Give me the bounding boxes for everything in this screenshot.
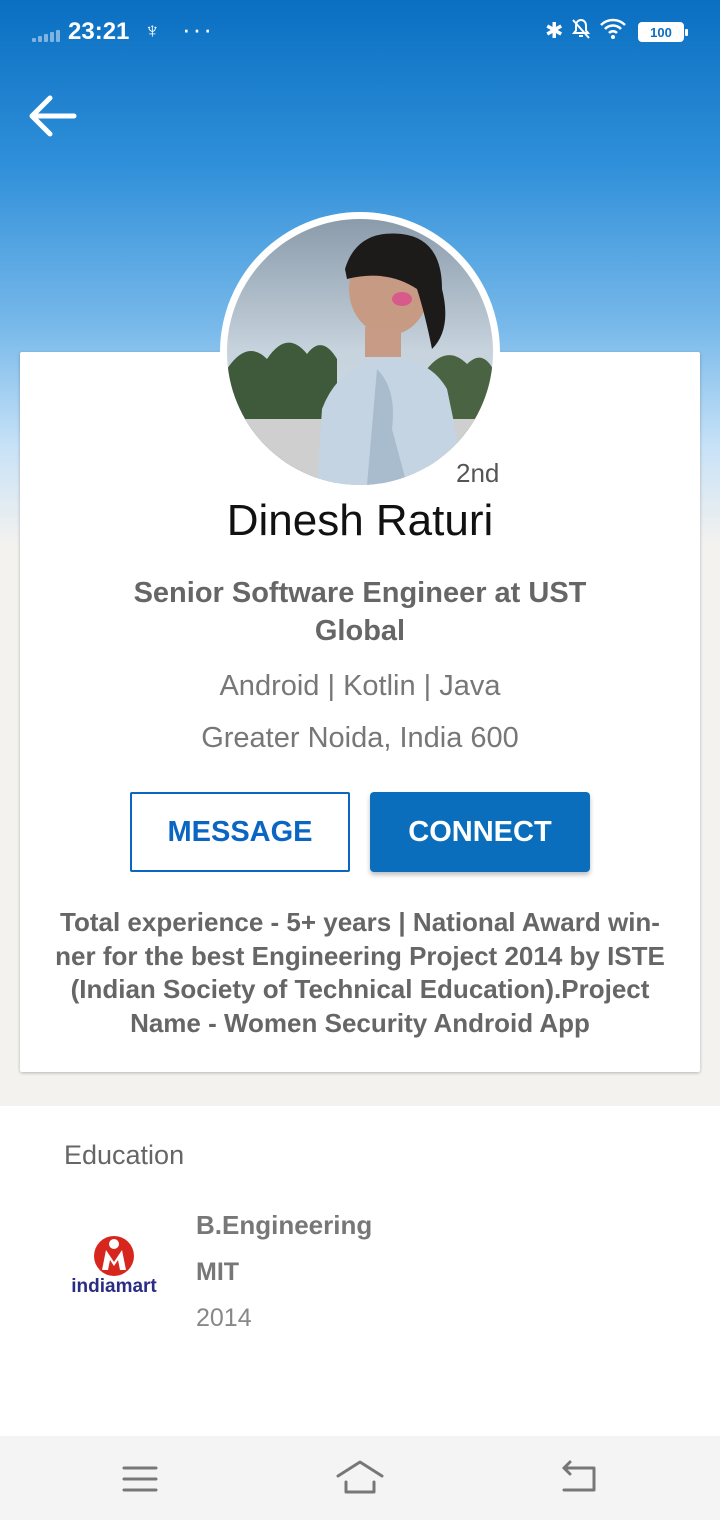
education-title: Education [64, 1140, 185, 1170]
bluetooth-icon: ✱ [545, 18, 564, 43]
wifi-icon [600, 18, 626, 40]
menu-icon[interactable] [120, 1462, 160, 1496]
profile-skills: Android | Kotlin | Java [219, 670, 501, 702]
bell-off-icon [571, 18, 591, 46]
battery-icon: 100 [638, 22, 688, 42]
back-icon[interactable] [558, 1460, 600, 1496]
profile-summary: Total experience - 5+ years | National A… [55, 907, 665, 1038]
school-logo: indiamart [64, 1230, 164, 1300]
status-bar: 23:21 ♆ ··· ✱ 100 [0, 0, 720, 64]
avatar[interactable] [227, 219, 493, 485]
message-button[interactable]: MESSAGE [130, 792, 350, 872]
connection-degree: 2nd [456, 458, 500, 488]
education-degree: B.Engineering [196, 1210, 373, 1240]
profile-headline: Senior Software Engineer at UST Global [133, 577, 587, 647]
education-year: 2014 [196, 1304, 252, 1332]
home-icon[interactable] [334, 1458, 386, 1498]
profile-name: Dinesh Raturi [226, 496, 494, 545]
school-logo-text: indiamart [71, 1276, 157, 1297]
back-arrow-icon[interactable] [26, 92, 78, 140]
status-time: 23:21 [68, 18, 130, 45]
profile-location: Greater Noida, India 600 [201, 722, 519, 754]
education-school: MIT [196, 1258, 240, 1286]
usb-icon: ♆ [144, 18, 161, 43]
signal-icon [32, 28, 62, 42]
connect-button[interactable]: CONNECT [370, 792, 590, 872]
more-notifications-icon: ··· [182, 14, 214, 44]
